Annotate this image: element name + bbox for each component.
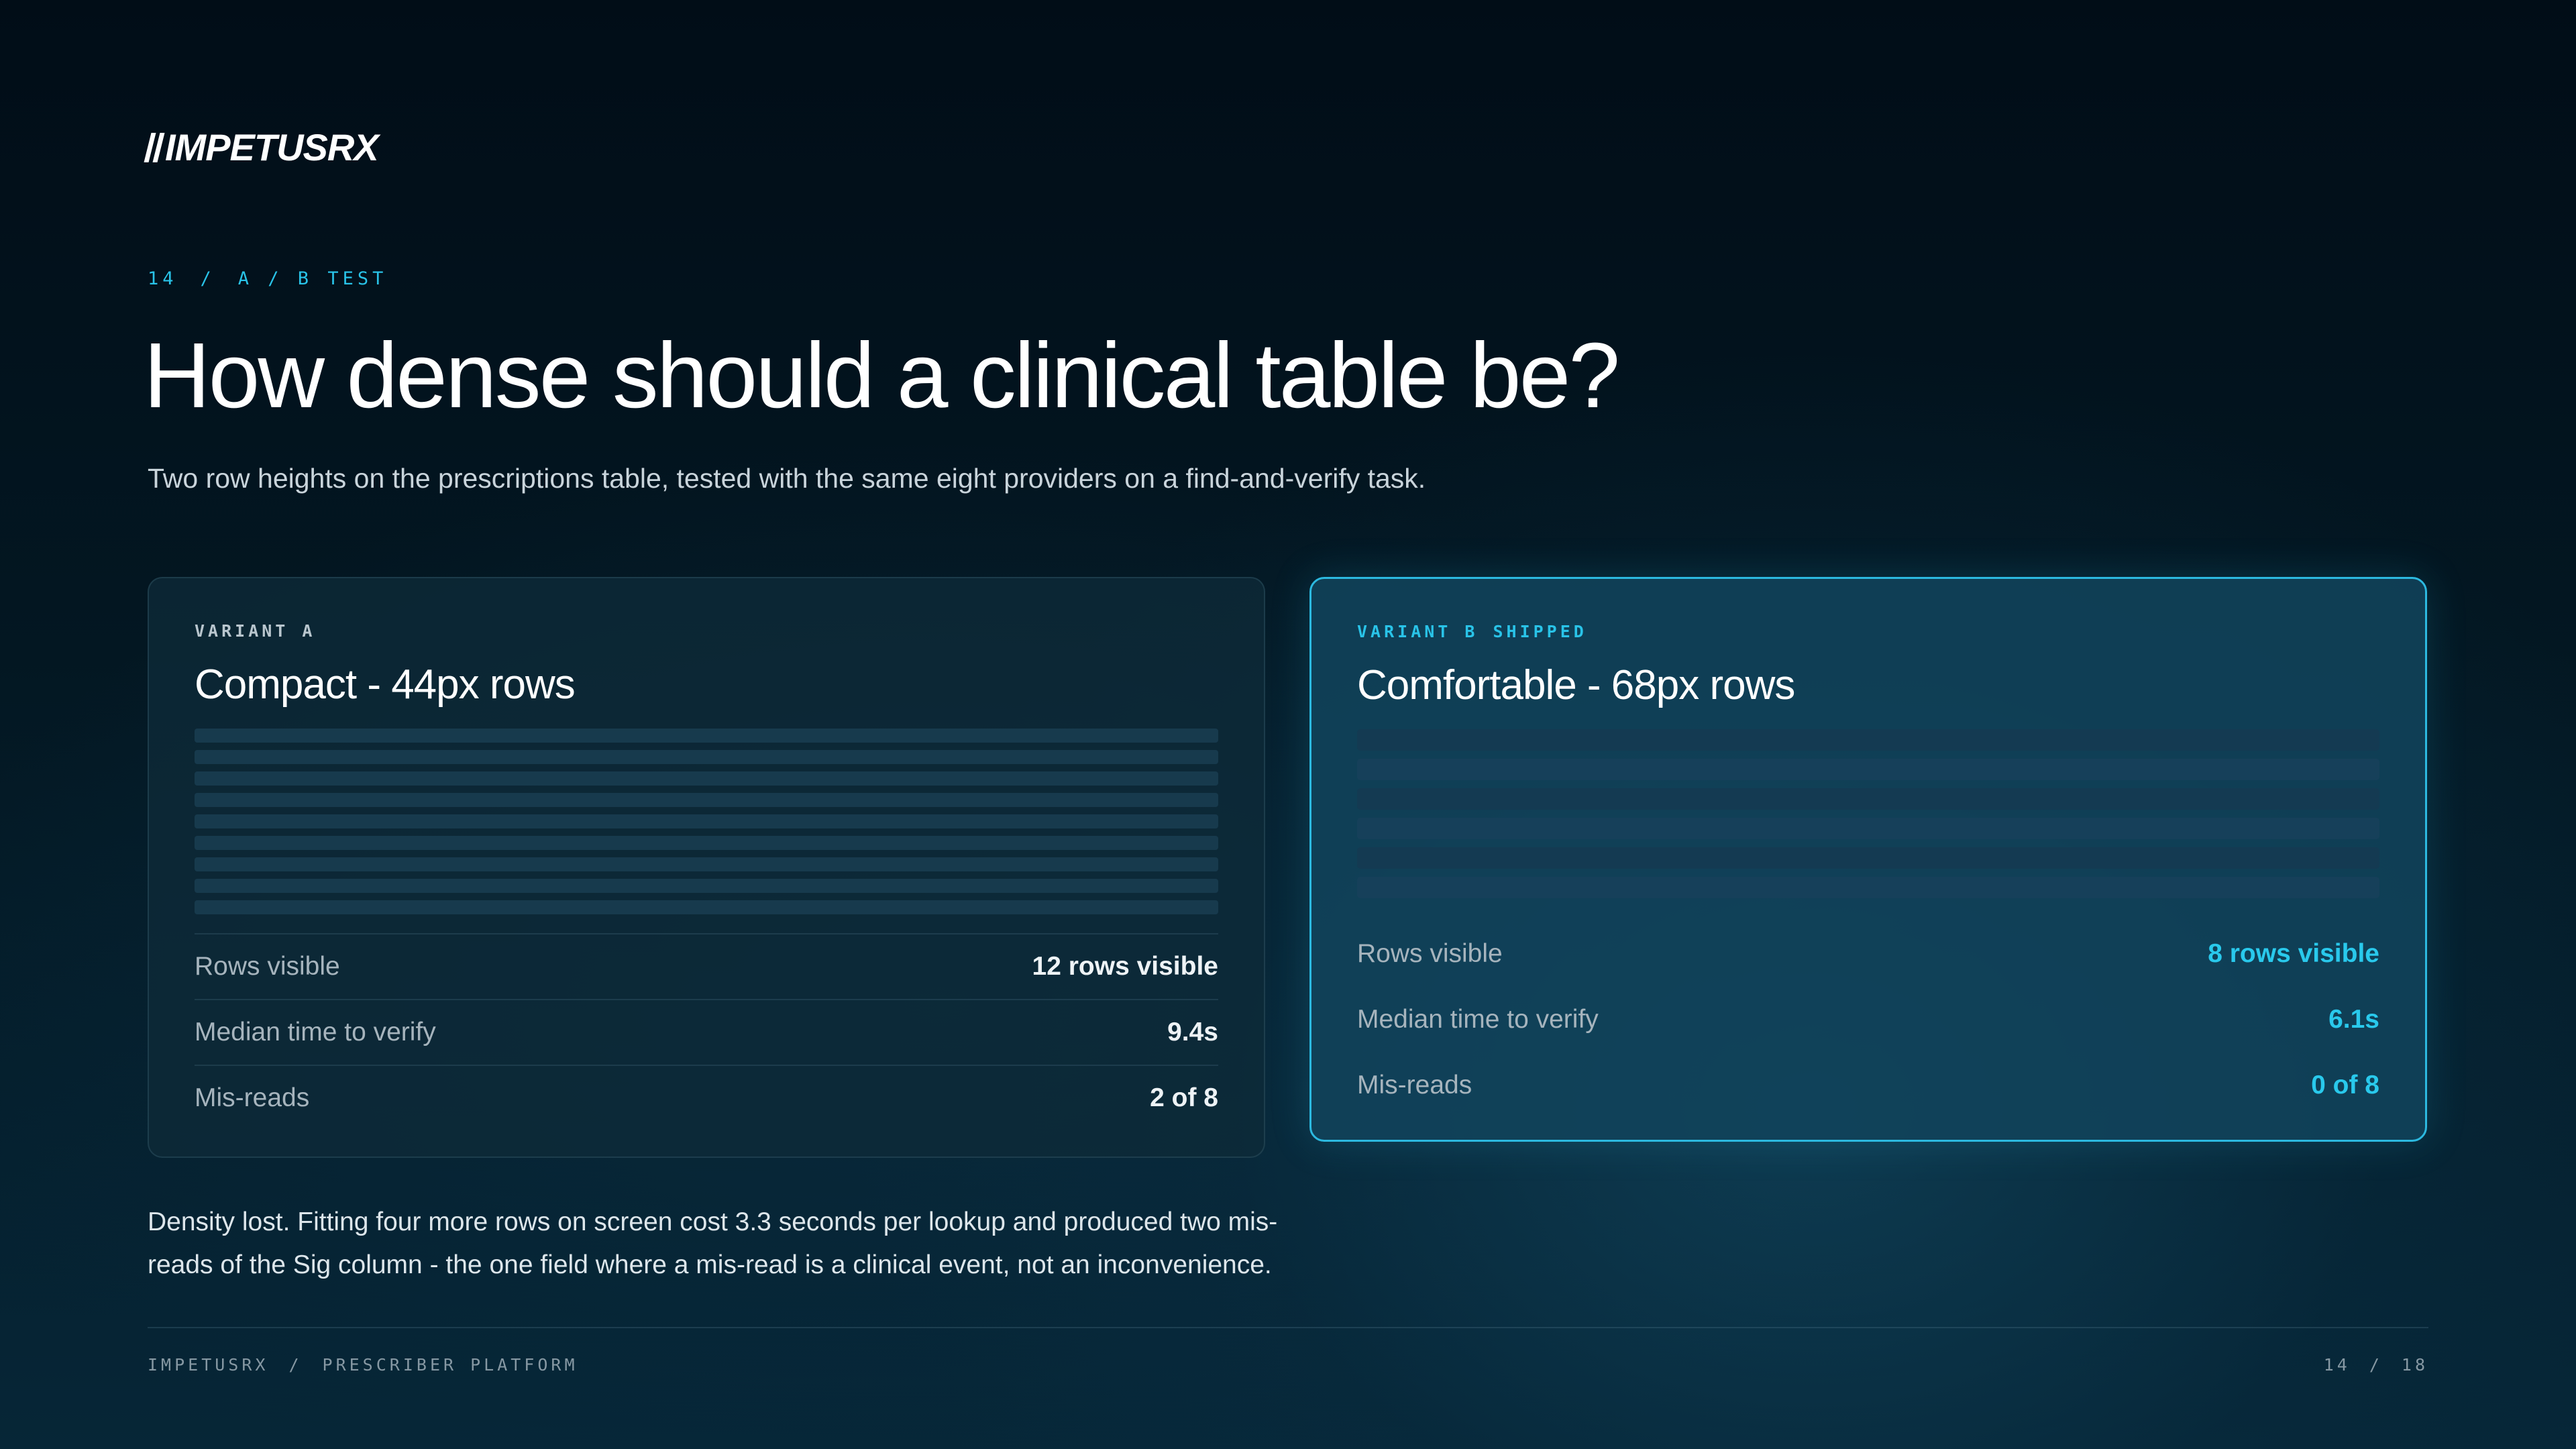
slide-kicker: 14 / A / B TEST [148, 268, 387, 289]
preview-row [195, 750, 1218, 764]
preview-row [195, 729, 1218, 743]
footer-breadcrumb: IMPETUSRX / PRESCRIBER PLATFORM [148, 1355, 578, 1375]
page-title: How dense should a clinical table be? [144, 324, 1620, 427]
stat-label: Mis-reads [195, 1083, 310, 1112]
kicker-separator: / [200, 268, 215, 289]
footer-company: IMPETUSRX [148, 1355, 269, 1375]
preview-row [195, 814, 1218, 828]
kicker-slide-number: 14 [148, 268, 178, 289]
stat-value: 8 rows visible [2208, 939, 2379, 968]
stat-row-mis-reads: Mis-reads 0 of 8 [1357, 1053, 2379, 1118]
stat-label: Median time to verify [195, 1018, 436, 1046]
variant-b-label: VARIANT B SHIPPED [1357, 622, 2379, 641]
preview-row [195, 771, 1218, 786]
stat-value: 6.1s [2328, 1005, 2379, 1034]
variant-a-row-preview [195, 729, 1218, 914]
stat-value: 9.4s [1167, 1018, 1218, 1046]
page-separator: / [2369, 1355, 2383, 1375]
stat-row-median-time: Median time to verify 6.1s [1357, 987, 2379, 1053]
stat-label: Mis-reads [1357, 1071, 1472, 1099]
preview-row [1357, 877, 2379, 898]
variant-a-title: Compact - 44px rows [195, 661, 576, 708]
brand-logo: IMPETUSRX [144, 126, 379, 168]
preview-row [195, 793, 1218, 807]
footer-divider [148, 1327, 2428, 1328]
preview-row [1357, 759, 2379, 780]
logo-text: IMPETUSRX [165, 126, 379, 168]
stat-row-rows-visible: Rows visible 8 rows visible [1357, 921, 2379, 987]
footer-separator: / [288, 1355, 303, 1375]
page-indicator: 14 / 18 [2324, 1355, 2428, 1375]
preview-row [195, 857, 1218, 871]
stat-value: 12 rows visible [1032, 952, 1218, 981]
stat-row-rows-visible: Rows visible 12 rows visible [195, 933, 1218, 999]
preview-row [1357, 847, 2379, 869]
stat-label: Median time to verify [1357, 1005, 1599, 1034]
stat-row-median-time: Median time to verify 9.4s [195, 999, 1218, 1065]
variant-a-label-text: VARIANT A [195, 621, 316, 641]
variant-b-title: Comfortable - 68px rows [1357, 662, 1795, 708]
page-subtitle: Two row heights on the prescriptions tab… [148, 463, 1426, 494]
stat-row-mis-reads: Mis-reads 2 of 8 [195, 1065, 1218, 1130]
kicker-label: A / B TEST [237, 268, 388, 289]
stat-label: Rows visible [1357, 939, 1503, 968]
stat-label: Rows visible [195, 952, 340, 981]
stat-value: 2 of 8 [1150, 1083, 1218, 1112]
page-total: 18 [2401, 1355, 2428, 1375]
preview-row [1357, 729, 2379, 751]
variant-b-card: VARIANT B SHIPPED Comfortable - 68px rows… [1309, 577, 2427, 1142]
variant-a-label: VARIANT A [195, 621, 1218, 641]
logo-mark-icon [144, 133, 165, 162]
footer-section: PRESCRIBER PLATFORM [322, 1355, 578, 1375]
variant-b-row-preview [1357, 729, 2379, 898]
preview-row [1357, 818, 2379, 839]
variant-a-card: VARIANT A Compact - 44px rows Rows visib… [148, 577, 1265, 1158]
stat-value: 0 of 8 [2311, 1071, 2379, 1099]
variant-b-stats: Rows visible 8 rows visible Median time … [1357, 921, 2379, 1118]
preview-row [195, 879, 1218, 893]
conclusion-text: Density lost. Fitting four more rows on … [148, 1208, 1278, 1279]
variant-b-label-text: VARIANT B [1357, 622, 1479, 641]
shipped-badge: SHIPPED [1493, 622, 1587, 641]
preview-row [195, 836, 1218, 850]
preview-row [195, 900, 1218, 914]
variant-a-stats: Rows visible 12 rows visible Median time… [195, 933, 1218, 1130]
preview-row [1357, 788, 2379, 810]
page-current: 14 [2323, 1355, 2351, 1375]
